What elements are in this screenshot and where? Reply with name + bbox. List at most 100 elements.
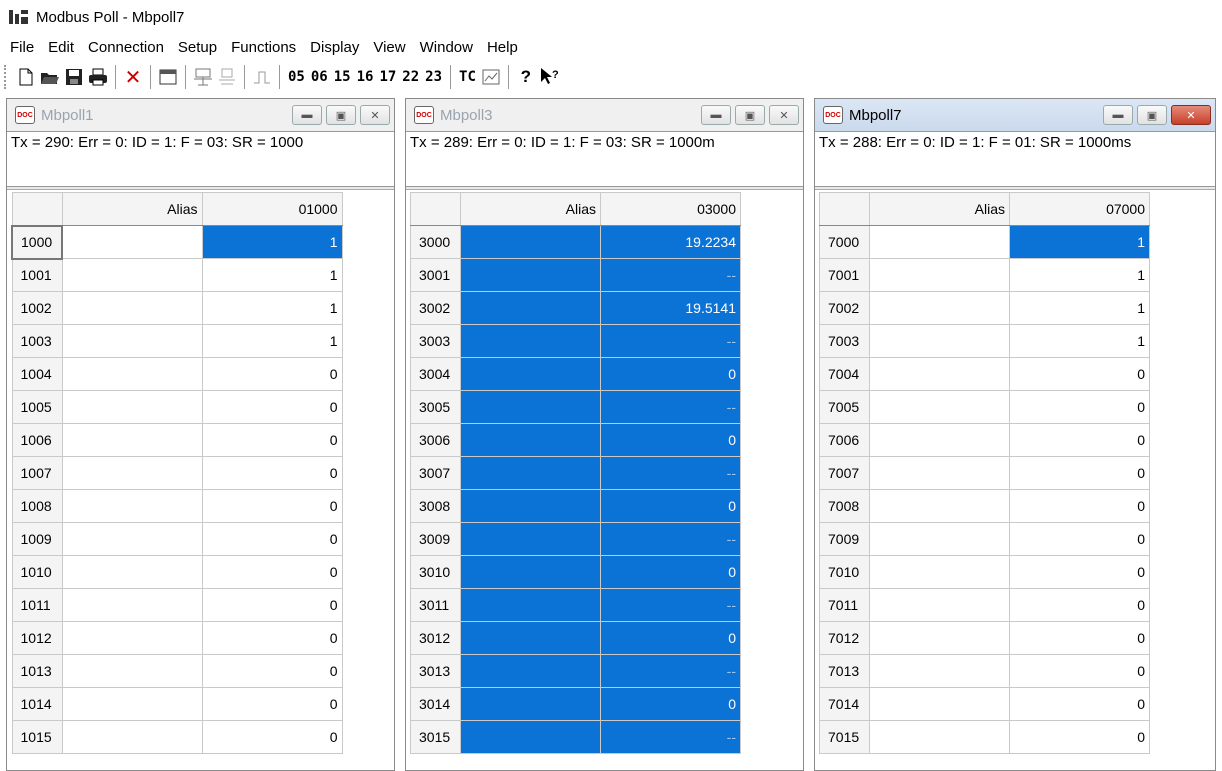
row-address[interactable]: 1006 bbox=[11, 423, 63, 457]
connect-icon[interactable] bbox=[191, 65, 215, 89]
table-row[interactable]: 3002 19.5141 bbox=[410, 291, 741, 325]
register-grid[interactable]: Alias 03000 3000 19.2234 3001 -- 3002 19.5141 30… bbox=[406, 189, 803, 770]
table-row[interactable]: 7004 0 bbox=[819, 357, 1150, 391]
row-address[interactable]: 3006 bbox=[410, 423, 461, 457]
value-cell[interactable]: 0 bbox=[1009, 357, 1150, 391]
alias-cell[interactable] bbox=[460, 555, 601, 589]
window-title-bar[interactable]: DOC Mbpoll3 ▬ ▣ ✕ bbox=[406, 99, 803, 131]
row-address[interactable]: 7014 bbox=[819, 687, 870, 721]
row-address[interactable]: 1001 bbox=[11, 258, 63, 292]
tc-button[interactable]: TC bbox=[459, 69, 476, 85]
delete-icon[interactable]: ✕ bbox=[121, 65, 145, 89]
alias-cell[interactable] bbox=[869, 456, 1010, 490]
toolbar-grip[interactable] bbox=[4, 65, 8, 89]
function-06-button[interactable]: 06 bbox=[311, 69, 328, 85]
function-23-button[interactable]: 23 bbox=[425, 69, 442, 85]
value-cell[interactable]: 0 bbox=[600, 423, 741, 457]
row-address[interactable]: 3001 bbox=[410, 258, 461, 292]
value-cell[interactable]: -- bbox=[600, 390, 741, 424]
row-address[interactable]: 3007 bbox=[410, 456, 461, 490]
alias-column-header[interactable]: Alias bbox=[460, 192, 601, 226]
row-address[interactable]: 7000 bbox=[819, 225, 870, 259]
mdi-window-mbpoll3[interactable]: DOC Mbpoll3 ▬ ▣ ✕ Tx = 289: Err = 0: ID … bbox=[405, 98, 804, 771]
row-address[interactable]: 7003 bbox=[819, 324, 870, 358]
table-row[interactable]: 3008 0 bbox=[410, 489, 741, 523]
alias-cell[interactable] bbox=[460, 654, 601, 688]
value-cell[interactable]: -- bbox=[600, 456, 741, 490]
alias-cell[interactable] bbox=[61, 456, 203, 490]
row-address[interactable]: 3000 bbox=[410, 225, 461, 259]
value-cell[interactable]: 1 bbox=[1009, 324, 1150, 358]
alias-cell[interactable] bbox=[869, 522, 1010, 556]
table-row[interactable]: 1002 1 bbox=[11, 291, 343, 325]
row-address[interactable]: 7002 bbox=[819, 291, 870, 325]
value-cell[interactable]: 0 bbox=[201, 456, 343, 490]
corner-cell[interactable] bbox=[11, 192, 63, 226]
alias-column-header[interactable]: Alias bbox=[869, 192, 1010, 226]
table-row[interactable]: 1004 0 bbox=[11, 357, 343, 391]
row-address[interactable]: 1015 bbox=[11, 720, 63, 754]
alias-cell[interactable] bbox=[61, 720, 203, 754]
function-16-button[interactable]: 16 bbox=[357, 69, 374, 85]
window-title-bar[interactable]: DOC Mbpoll1 ▬ ▣ ✕ bbox=[7, 99, 394, 131]
alias-cell[interactable] bbox=[869, 423, 1010, 457]
value-cell[interactable]: 0 bbox=[600, 555, 741, 589]
value-cell[interactable]: 0 bbox=[201, 720, 343, 754]
alias-cell[interactable] bbox=[61, 621, 203, 655]
alias-cell[interactable] bbox=[61, 225, 203, 259]
menu-window[interactable]: Window bbox=[420, 39, 473, 56]
row-address[interactable]: 7011 bbox=[819, 588, 870, 622]
function-05-button[interactable]: 05 bbox=[288, 69, 305, 85]
value-cell[interactable]: 19.5141 bbox=[600, 291, 741, 325]
row-address[interactable]: 3004 bbox=[410, 357, 461, 391]
alias-cell[interactable] bbox=[61, 489, 203, 523]
alias-cell[interactable] bbox=[869, 291, 1010, 325]
minimize-button[interactable]: ▬ bbox=[701, 105, 731, 125]
table-row[interactable]: 3010 0 bbox=[410, 555, 741, 589]
row-address[interactable]: 3009 bbox=[410, 522, 461, 556]
table-row[interactable]: 3001 -- bbox=[410, 258, 741, 292]
mdi-window-mbpoll7[interactable]: DOC Mbpoll7 ▬ ▣ ✕ Tx = 288: Err = 0: ID … bbox=[814, 98, 1216, 771]
row-address[interactable]: 1012 bbox=[11, 621, 63, 655]
table-row[interactable]: 7006 0 bbox=[819, 423, 1150, 457]
table-row[interactable]: 1003 1 bbox=[11, 324, 343, 358]
close-button[interactable]: ✕ bbox=[360, 105, 390, 125]
value-cell[interactable]: -- bbox=[600, 324, 741, 358]
table-row[interactable]: 3003 -- bbox=[410, 324, 741, 358]
row-address[interactable]: 7006 bbox=[819, 423, 870, 457]
menu-setup[interactable]: Setup bbox=[178, 39, 217, 56]
alias-cell[interactable] bbox=[869, 654, 1010, 688]
row-address[interactable]: 3015 bbox=[410, 720, 461, 754]
table-row[interactable]: 3015 -- bbox=[410, 720, 741, 754]
alias-cell[interactable] bbox=[460, 588, 601, 622]
row-address[interactable]: 7007 bbox=[819, 456, 870, 490]
row-address[interactable]: 3005 bbox=[410, 390, 461, 424]
disconnect-icon[interactable] bbox=[215, 65, 239, 89]
table-row[interactable]: 1015 0 bbox=[11, 720, 343, 754]
row-address[interactable]: 1004 bbox=[11, 357, 63, 391]
row-address[interactable]: 3010 bbox=[410, 555, 461, 589]
alias-cell[interactable] bbox=[869, 489, 1010, 523]
alias-column-header[interactable]: Alias bbox=[61, 192, 203, 226]
value-cell[interactable]: -- bbox=[600, 258, 741, 292]
row-address[interactable]: 1014 bbox=[11, 687, 63, 721]
alias-cell[interactable] bbox=[869, 390, 1010, 424]
function-15-button[interactable]: 15 bbox=[334, 69, 351, 85]
alias-cell[interactable] bbox=[460, 720, 601, 754]
alias-cell[interactable] bbox=[460, 489, 601, 523]
alias-cell[interactable] bbox=[61, 687, 203, 721]
alias-cell[interactable] bbox=[460, 357, 601, 391]
table-row[interactable]: 7015 0 bbox=[819, 720, 1150, 754]
register-grid[interactable]: Alias 01000 1000 1 1001 1 1002 1 1003 1 1004 0 1005 0… bbox=[7, 189, 394, 770]
row-address[interactable]: 3002 bbox=[410, 291, 461, 325]
table-row[interactable]: 1009 0 bbox=[11, 522, 343, 556]
table-row[interactable]: 3007 -- bbox=[410, 456, 741, 490]
value-cell[interactable]: 0 bbox=[201, 522, 343, 556]
alias-cell[interactable] bbox=[869, 225, 1010, 259]
table-row[interactable]: 7007 0 bbox=[819, 456, 1150, 490]
value-cell[interactable]: 0 bbox=[600, 621, 741, 655]
row-address[interactable]: 1013 bbox=[11, 654, 63, 688]
row-address[interactable]: 7009 bbox=[819, 522, 870, 556]
help-question-icon[interactable]: ? bbox=[514, 65, 538, 89]
value-cell[interactable]: -- bbox=[600, 654, 741, 688]
